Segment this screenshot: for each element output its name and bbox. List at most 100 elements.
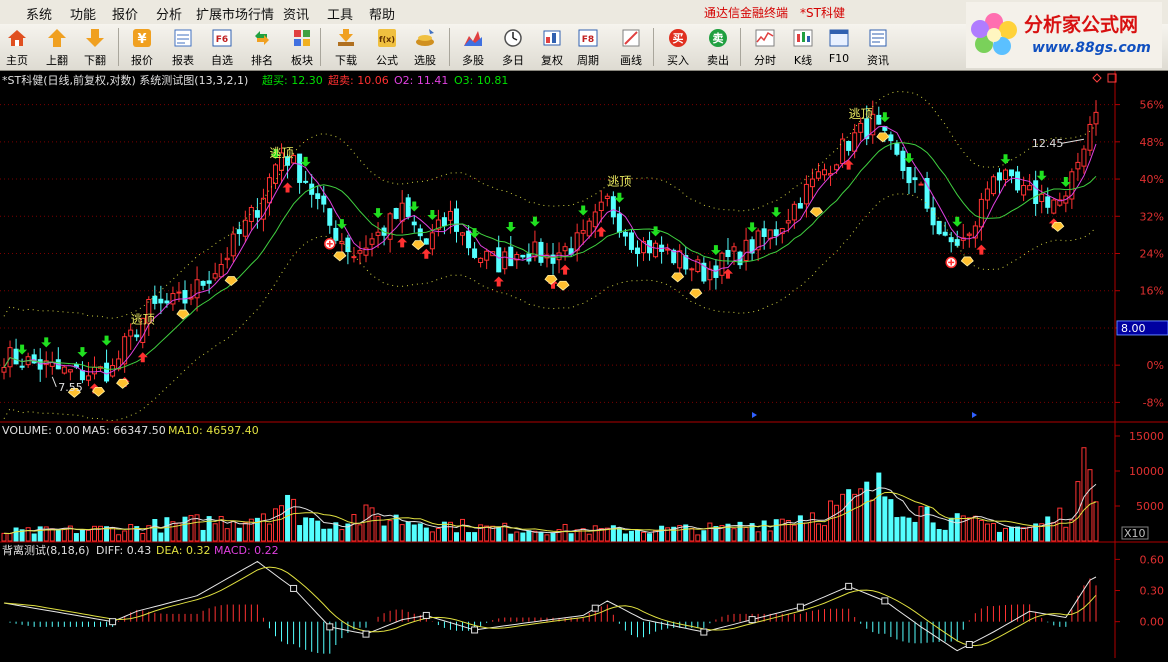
buy-signal-arrow bbox=[397, 237, 408, 248]
toolbar-button-f10[interactable]: F10 bbox=[822, 26, 856, 68]
menu-item-2[interactable]: 报价 bbox=[112, 4, 138, 23]
gem-signal-icon bbox=[176, 309, 190, 320]
toolbar-button-ranking[interactable]: 排名 bbox=[245, 26, 279, 68]
chart-area[interactable]: 56%48%40%32%24%16%8%0%-8%逃顶逃顶逃顶逃顶12.457.… bbox=[0, 71, 1168, 658]
candle-body bbox=[996, 172, 1002, 181]
candle-body bbox=[170, 293, 176, 305]
logo-title: 分析家公式网 bbox=[1024, 13, 1138, 36]
upper-band-line bbox=[3, 91, 1097, 319]
volume-bar bbox=[659, 525, 665, 542]
candle-body bbox=[936, 220, 942, 235]
toolbar-button-kline[interactable]: K线 bbox=[786, 26, 820, 68]
divergence-marker bbox=[326, 623, 334, 631]
candle-body bbox=[954, 239, 960, 246]
candle-body bbox=[91, 366, 97, 375]
candle-body bbox=[616, 213, 622, 233]
macd-axis-label: 0.30 bbox=[1140, 585, 1165, 598]
volume-bar bbox=[405, 521, 411, 542]
volume-bar bbox=[79, 529, 85, 542]
toolbar-button-buy[interactable]: 买买入 bbox=[661, 26, 695, 68]
volume-bar bbox=[683, 524, 689, 542]
volume-bar bbox=[1081, 447, 1087, 542]
volume-bar bbox=[260, 513, 266, 542]
toolbar-button-blocks[interactable]: 板块 bbox=[285, 26, 319, 68]
candle-body bbox=[242, 219, 248, 237]
chart-canvas[interactable]: 56%48%40%32%24%16%8%0%-8%逃顶逃顶逃顶逃顶12.457.… bbox=[0, 71, 1168, 658]
menu-item-0[interactable]: 系统 bbox=[26, 4, 52, 23]
download-icon bbox=[338, 29, 354, 46]
toolbar-button-stock-pick[interactable]: 选股 bbox=[408, 26, 442, 68]
volume-bar bbox=[369, 507, 375, 542]
menu-item-1[interactable]: 功能 bbox=[70, 4, 96, 23]
candle-body bbox=[194, 279, 200, 299]
candle-body bbox=[809, 178, 815, 188]
candle-body bbox=[411, 221, 417, 226]
gem-signal-icon bbox=[411, 240, 425, 251]
candle-body bbox=[761, 228, 767, 237]
candle-body bbox=[460, 232, 466, 236]
toolbar-button-intraday[interactable]: 分时 bbox=[748, 26, 782, 68]
candle-body bbox=[719, 252, 725, 276]
candle-body bbox=[990, 176, 996, 195]
toolbar-button-arrow-up[interactable]: 上翻 bbox=[40, 26, 74, 68]
volume-bar bbox=[803, 522, 809, 542]
toolbar-button-news[interactable]: 资讯 bbox=[861, 26, 895, 68]
volume-bar bbox=[381, 525, 387, 542]
toolbar-button-sell[interactable]: 卖卖出 bbox=[701, 26, 735, 68]
menu-item-3[interactable]: 分析 bbox=[156, 4, 182, 23]
toolbar-button-download[interactable]: 下载 bbox=[329, 26, 363, 68]
menu-item-5[interactable]: 资讯 bbox=[283, 4, 309, 23]
stock-name: *ST科健 bbox=[800, 6, 845, 20]
ma-short-line bbox=[3, 125, 1097, 375]
volume-bar bbox=[538, 532, 544, 542]
candle-body bbox=[846, 141, 852, 151]
toolbar-button-multi-stock[interactable]: 多股 bbox=[456, 26, 490, 68]
toolbar-button-f6[interactable]: F6 自选 bbox=[205, 26, 239, 68]
volume-bar bbox=[936, 529, 942, 542]
candle-body bbox=[466, 230, 472, 249]
menu-item-6[interactable]: 工具 bbox=[327, 4, 353, 23]
volume-bar bbox=[840, 493, 846, 542]
divergence-marker bbox=[362, 630, 370, 638]
candle-body bbox=[453, 208, 459, 232]
toolbar-button-arrow-down[interactable]: 下翻 bbox=[78, 26, 112, 68]
volume-bar bbox=[809, 512, 815, 542]
toolbar-button-yen[interactable]: ¥ 报价 bbox=[125, 26, 159, 68]
toolbar-button-restore-rights[interactable]: 复权 bbox=[535, 26, 569, 68]
toolbar-button-draw-line[interactable]: 画线 bbox=[614, 26, 648, 68]
current-value-text: 8.00 bbox=[1121, 322, 1146, 335]
toolbar-button-clock[interactable]: 多日 bbox=[496, 26, 530, 68]
volume-bar bbox=[550, 533, 556, 542]
price-high-label: 12.45 bbox=[1032, 137, 1064, 150]
toolbar-button-report[interactable]: 报表 bbox=[166, 26, 200, 68]
candle-body bbox=[773, 229, 779, 237]
sell-signal-arrow bbox=[41, 337, 52, 348]
toolbar-button-label: 画线 bbox=[620, 54, 642, 67]
svg-text:¥: ¥ bbox=[137, 32, 146, 47]
volume-bar bbox=[128, 524, 134, 542]
candle-body bbox=[472, 248, 478, 258]
site-logo: 分析家公式网 www.88gs.com bbox=[966, 2, 1162, 68]
indicator-0: 超买: 12.30 bbox=[262, 73, 323, 87]
menu-item-4[interactable]: 扩展市场行情 bbox=[196, 4, 274, 23]
volume-bar bbox=[309, 517, 315, 542]
menu-item-7[interactable]: 帮助 bbox=[369, 4, 395, 23]
candle-body bbox=[441, 217, 447, 227]
toolbar-button-formula[interactable]: f(x) 公式 bbox=[370, 26, 404, 68]
volume-bar bbox=[321, 528, 327, 542]
macd-indicator-1: DEA: 0.32 bbox=[156, 544, 210, 557]
toolbar-button-home[interactable]: 主页 bbox=[0, 26, 34, 68]
volume-bar bbox=[297, 525, 303, 542]
volume-bar bbox=[828, 500, 834, 542]
stock-pick-icon bbox=[416, 29, 434, 46]
price-axis-label: 16% bbox=[1140, 285, 1164, 298]
volume-bar bbox=[158, 532, 164, 542]
toolbar-button-f8[interactable]: F8 周期 bbox=[571, 26, 605, 68]
volume-bar bbox=[1063, 526, 1069, 542]
sell-signal-arrow bbox=[771, 207, 782, 218]
volume-bar bbox=[357, 524, 363, 542]
volume-bar bbox=[1003, 527, 1009, 542]
divergence-marker bbox=[881, 597, 889, 605]
candle-body bbox=[212, 273, 218, 279]
candle-body bbox=[840, 138, 846, 165]
